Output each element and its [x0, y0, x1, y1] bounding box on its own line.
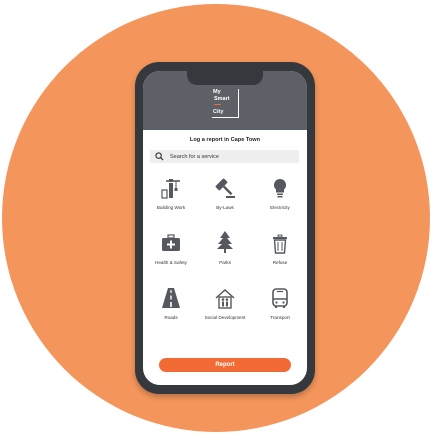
my-smart-city-logo: My Smart City [212, 89, 239, 118]
service-label: Roads [164, 315, 178, 320]
service-label: Refuse [272, 260, 288, 265]
road-icon [144, 285, 198, 309]
tree-icon [198, 230, 252, 254]
phone-frame: My Smart City Log a report in Cape Town … [135, 62, 315, 394]
service-roads[interactable]: Roads [144, 285, 198, 321]
search-bar[interactable]: Search for a service [150, 150, 299, 163]
bus-icon [253, 285, 307, 309]
service-label: Transport [270, 315, 290, 320]
logo-line-2: Smart [212, 96, 238, 109]
service-label: Social Development [204, 315, 246, 320]
service-refuse[interactable]: Refuse [253, 230, 307, 266]
phone-screen: My Smart City Log a report in Cape Town … [143, 71, 307, 385]
building-icon [144, 175, 198, 199]
first-aid-icon [144, 230, 198, 254]
service-label: Electricity [270, 205, 290, 210]
service-social-development[interactable]: Social Development [198, 285, 252, 321]
service-by-laws[interactable]: By-Laws [198, 175, 252, 211]
logo-line-3: City [213, 108, 224, 115]
service-electricity[interactable]: Electricity [253, 175, 307, 211]
page-title: Log a report in Cape Town [189, 137, 261, 143]
lightbulb-icon [253, 175, 307, 199]
trash-icon [253, 230, 307, 254]
service-building-work[interactable]: Building Work [144, 175, 198, 211]
gavel-icon [198, 175, 252, 199]
search-placeholder: Search for a service [170, 153, 219, 160]
service-label: By-Laws [216, 205, 234, 210]
service-label: Health & Safety [155, 260, 187, 265]
service-health-safety[interactable]: Health & Safety [144, 230, 198, 266]
search-icon [154, 152, 164, 162]
family-house-icon [198, 285, 252, 309]
service-transport[interactable]: Transport [253, 285, 307, 321]
phone-notch [187, 71, 263, 85]
service-parks[interactable]: Parks [198, 230, 252, 266]
service-label: Building Work [156, 205, 186, 210]
service-label: Parks [219, 260, 231, 265]
report-button[interactable]: Report [159, 358, 291, 372]
